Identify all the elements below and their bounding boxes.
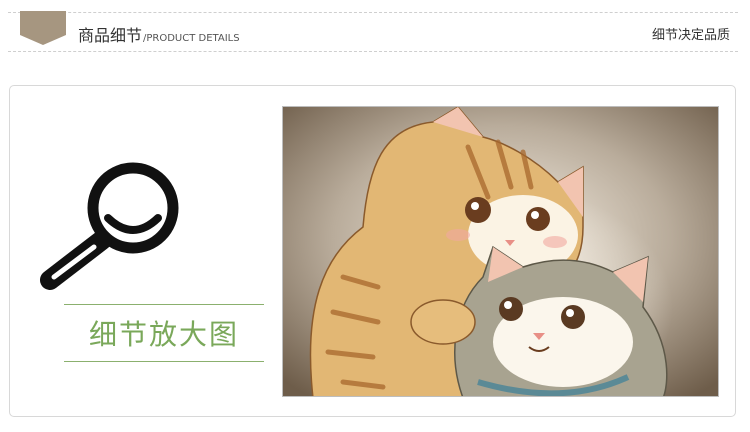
section-subtitle: /PRODUCT DETAILS [143, 33, 240, 44]
magnifier-icon [40, 162, 179, 290]
section-title-text: 商品细节 [78, 26, 143, 45]
header-flag-icon [20, 11, 66, 45]
zoom-label-box: 细节放大图 [64, 304, 264, 362]
header-slogan: 细节决定品质 [651, 28, 730, 43]
zoom-label: 细节放大图 [88, 318, 239, 351]
cats-illustration [283, 107, 718, 396]
section-header: 商品细节/PRODUCT DETAILS 细节决定品质 [8, 11, 738, 52]
section-title: 商品细节/PRODUCT DETAILS [78, 22, 240, 46]
detail-card: 细节放大图 [9, 85, 736, 417]
detail-image[interactable] [282, 106, 719, 397]
